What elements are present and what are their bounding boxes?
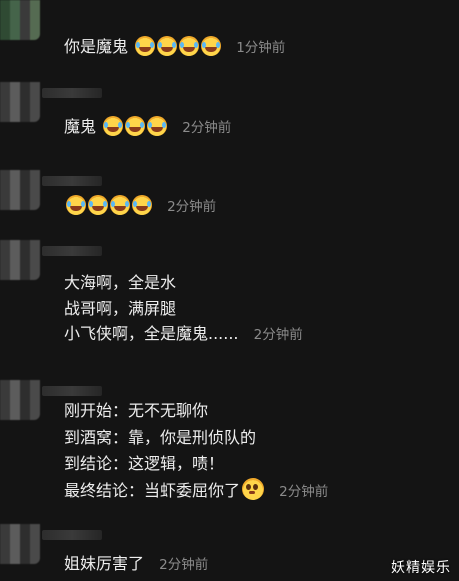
comment-text-line: 战哥啊，满屏腿 (64, 299, 177, 318)
avatar[interactable] (0, 524, 40, 564)
comment-text-line: 到酒窝：靠，你是刑侦队的 (64, 428, 257, 447)
comment-text: 小飞侠啊，全是魔鬼...... (64, 324, 239, 343)
comment-timestamp: 2分钟前 (279, 484, 329, 500)
comment-text-line: 最终结论：当虾委屈你了 2分钟前 (64, 478, 328, 503)
comment-timestamp: 2分钟前 (167, 199, 217, 215)
pleading-face-emoji-icon (242, 478, 265, 500)
username-blurred[interactable] (42, 530, 102, 540)
watermark: 妖精娱乐 (391, 560, 451, 576)
comment-timestamp: 1分钟前 (236, 40, 286, 56)
cry-laugh-emoji-icon (135, 36, 156, 56)
comment-text-line: 小飞侠啊，全是魔鬼...... 2分钟前 (64, 323, 303, 346)
comment-timestamp: 2分钟前 (159, 557, 209, 573)
avatar[interactable] (0, 82, 40, 122)
cry-laugh-emoji-icon (125, 116, 146, 136)
cry-laugh-emoji-icon (66, 195, 86, 215)
comment-text-line: 你是魔鬼 1分钟前 (64, 36, 285, 59)
cry-laugh-emoji-icon (179, 36, 200, 56)
cry-laugh-emoji-icon (147, 116, 168, 136)
comment-text-line: 大海啊，全是水 (64, 273, 177, 292)
comment-text: 姐妹厉害了 (64, 554, 145, 573)
avatar[interactable] (0, 380, 40, 420)
comment-text-line: 2分钟前 (64, 195, 216, 218)
username-blurred[interactable] (42, 246, 102, 256)
comment-text: 魔鬼 (64, 117, 97, 136)
comment-text-line: 到结论：这逻辑，啧！ (64, 454, 225, 473)
cry-laugh-emoji-icon (110, 195, 130, 215)
cry-laugh-emoji-icon (103, 116, 124, 136)
cry-laugh-emoji-icon (132, 195, 152, 215)
avatar[interactable] (0, 170, 40, 210)
cry-laugh-emoji-icon (88, 195, 108, 215)
avatar[interactable] (0, 240, 40, 280)
comment-text: 你是魔鬼 (64, 37, 129, 56)
username-blurred[interactable] (42, 386, 102, 396)
comment-timestamp: 2分钟前 (182, 120, 232, 136)
comment-text: 最终结论：当虾委屈你了 (64, 481, 241, 500)
avatar[interactable] (0, 0, 40, 40)
username-blurred[interactable] (42, 88, 102, 98)
username-blurred[interactable] (42, 176, 102, 186)
comment-text-line: 姐妹厉害了 2分钟前 (64, 553, 208, 576)
comment-text-line: 刚开始：无不无聊你 (64, 401, 209, 420)
comment-text-line: 魔鬼 2分钟前 (64, 116, 231, 139)
cry-laugh-emoji-icon (201, 36, 222, 56)
comment-timestamp: 2分钟前 (253, 327, 303, 343)
cry-laugh-emoji-icon (157, 36, 178, 56)
